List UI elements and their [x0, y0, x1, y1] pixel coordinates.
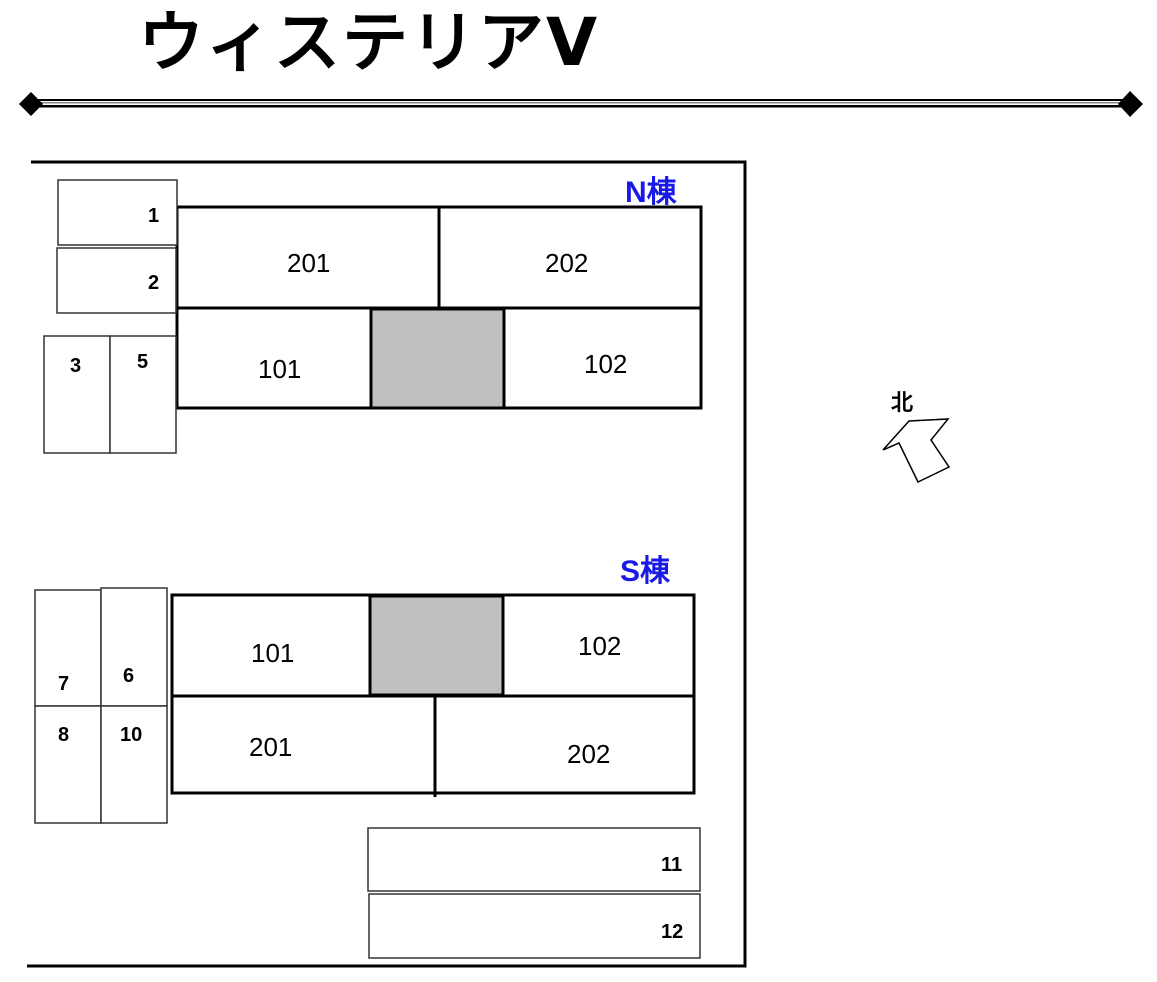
parking-label-3: 3: [70, 355, 81, 377]
building-label-n: N棟: [625, 176, 678, 209]
parking-label-5: 5: [137, 351, 148, 373]
room-s-202: 202: [567, 739, 610, 769]
parking-space-1: [57, 179, 178, 246]
north-arrow-icon: [882, 418, 951, 484]
room-n-101: 101: [258, 354, 301, 384]
common-area-s: [368, 594, 505, 697]
parking-label-10: 10: [120, 724, 142, 746]
common-area-n: [369, 307, 506, 410]
room-n-102: 102: [584, 349, 627, 379]
north-indicator: 北: [882, 390, 951, 484]
parking-label-8: 8: [58, 724, 69, 746]
parking-space-3: [43, 335, 111, 454]
diamond-right-icon: [1118, 91, 1143, 117]
parking-label-11: 11: [661, 854, 682, 876]
parking-space-11: [367, 827, 701, 892]
room-s-102: 102: [578, 631, 621, 661]
parking-label-7: 7: [58, 673, 69, 695]
room-s-201: 201: [249, 732, 292, 762]
room-n-202: 202: [545, 248, 588, 278]
building-s: S棟 101 102 201 202: [170, 555, 696, 797]
diamond-left-icon: [19, 92, 43, 116]
parking-space-6: [100, 587, 168, 707]
site-map: N棟 201 202 101 102 S棟 101 102 201 202 1 …: [19, 91, 1143, 968]
building-n: N棟 201 202 101 102: [175, 176, 703, 410]
room-s-101: 101: [251, 638, 294, 668]
north-label: 北: [891, 390, 913, 415]
title-divider: [19, 91, 1143, 117]
parking-label-1: 1: [148, 205, 159, 227]
parking-label-12: 12: [661, 921, 683, 943]
parking-label-6: 6: [123, 665, 134, 687]
parking-space-12: [368, 893, 701, 959]
room-n-201: 201: [287, 248, 330, 278]
building-label-s: S棟: [620, 555, 671, 588]
parking-label-2: 2: [148, 272, 159, 294]
